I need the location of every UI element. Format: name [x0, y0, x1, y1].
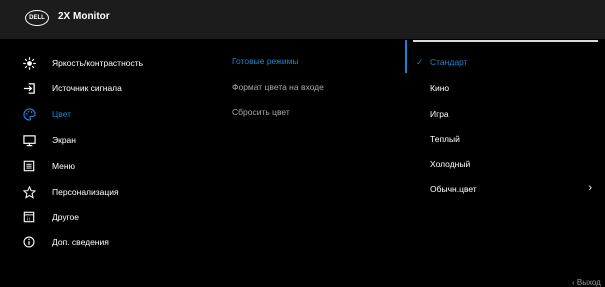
- submenu-input-color-format[interactable]: Формат цвета на входе: [232, 80, 324, 94]
- dell-logo: DELL: [25, 10, 49, 26]
- menu-label: Яркость/контрастность: [52, 58, 144, 68]
- input-source-icon: [22, 81, 36, 95]
- menu-item-brightness-contrast[interactable]: Яркость/контрастность: [22, 54, 143, 72]
- menu-item-display[interactable]: Экран: [22, 131, 76, 149]
- menu-item-more-info[interactable]: Доп. сведения: [22, 233, 109, 251]
- svg-text:i↕: i↕: [27, 216, 31, 222]
- color-palette-icon: [22, 107, 36, 121]
- menu-item-menu[interactable]: Меню: [22, 157, 75, 175]
- menu-label: Меню: [52, 161, 75, 171]
- exit-button[interactable]: ‹ Выход: [572, 278, 601, 287]
- menu-item-personalize[interactable]: Персонализация: [22, 183, 119, 201]
- option-standard[interactable]: ✓ Стандарт: [413, 55, 598, 69]
- chevron-right-icon: ›: [588, 182, 592, 194]
- options-header-underline: [413, 40, 598, 42]
- display-icon: [22, 133, 36, 147]
- monitor-osd: DELL 2X Monitor Яркость/контрастность Ис…: [0, 0, 605, 287]
- brightness-icon: [22, 56, 36, 70]
- exit-label: Выход: [576, 278, 601, 287]
- menu-label: Персонализация: [52, 187, 119, 197]
- menu-label: Другое: [52, 212, 80, 222]
- option-movie[interactable]: Кино: [413, 81, 598, 95]
- option-warm[interactable]: Теплый: [413, 132, 598, 146]
- menu-item-others[interactable]: i↕ Другое: [22, 208, 79, 226]
- osd-header: DELL 2X Monitor: [0, 0, 605, 39]
- menu-label: Экран: [52, 135, 76, 145]
- others-icon: i↕: [22, 210, 36, 224]
- menu-label: Доп. сведения: [52, 237, 109, 247]
- menu-item-input-source[interactable]: Источник сигнала: [22, 79, 122, 97]
- option-game[interactable]: Игра: [413, 107, 598, 121]
- chevron-left-icon: ‹: [572, 278, 575, 287]
- selection-indicator: [405, 40, 407, 73]
- menu-icon: [22, 159, 36, 173]
- star-icon: [22, 185, 36, 199]
- menu-label: Цвет: [52, 109, 72, 119]
- info-icon: [22, 235, 36, 249]
- osd-title: 2X Monitor: [58, 11, 110, 22]
- menu-item-color[interactable]: Цвет: [22, 105, 71, 123]
- option-cool[interactable]: Холодный: [413, 157, 598, 171]
- option-custom-color[interactable]: Обычн.цвет ›: [413, 182, 598, 196]
- submenu-reset-color[interactable]: Сбросить цвет: [232, 105, 290, 119]
- menu-label: Источник сигнала: [52, 83, 122, 93]
- submenu-preset-modes[interactable]: Готовые режимы: [232, 54, 299, 68]
